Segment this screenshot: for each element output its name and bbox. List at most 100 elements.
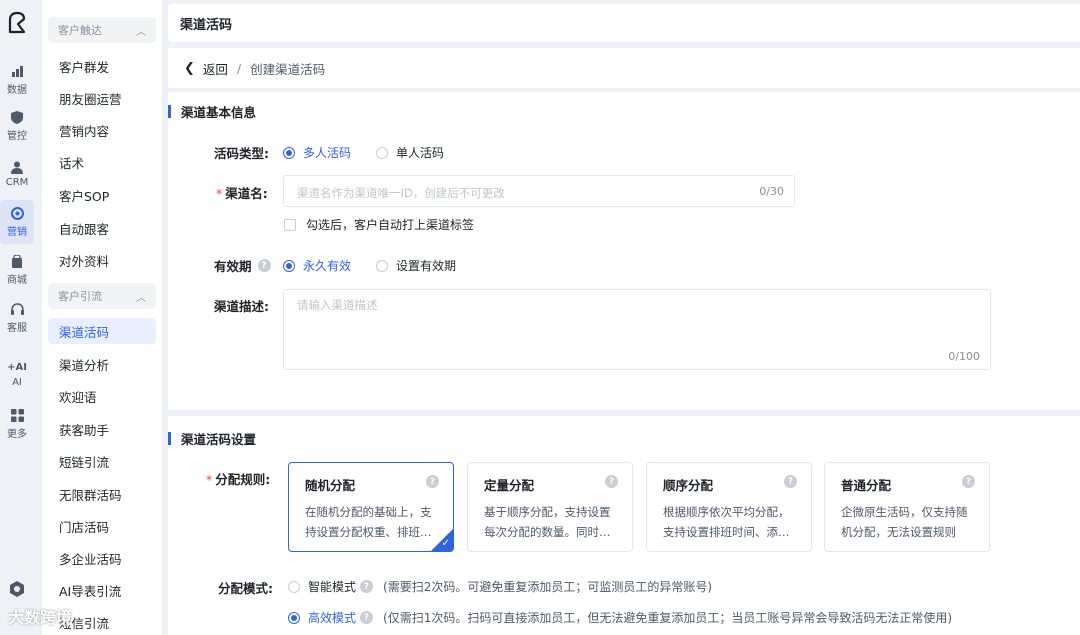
rail-item-marketing[interactable]: 营销 [0,200,34,244]
sidebar-item[interactable]: 短链引流 [48,448,156,474]
breadcrumb: ❮ 返回 / 创建渠道活码 [168,48,1080,88]
mode-efficient[interactable]: 高效模式 ? (仅需扫1次码。扫码可直接添加员工，但无法避免重复添加员工；当员工… [288,609,952,626]
settings-hex-icon[interactable] [8,580,26,598]
sidebar-item[interactable]: 获客助手 [48,416,156,442]
sidebar-group-reach[interactable]: 客户触达 ︿ [48,17,156,43]
rail-item-control[interactable]: 管控 [0,104,34,148]
chart-icon [10,64,24,78]
sidebar-item[interactable]: 对外资料 [48,247,156,273]
name-label: * 渠道名: [216,183,268,202]
checkbox-box [284,218,296,231]
name-label-text: 渠道名: [225,186,268,201]
sidebar-item[interactable]: 客户SOP [48,182,156,208]
sidebar-item[interactable]: 多企业活码 [48,545,156,571]
radio-dot [283,146,295,159]
radio-single[interactable]: 单人活码 [376,144,444,161]
help-icon[interactable]: ? [426,475,439,488]
app-logo-icon[interactable] [4,10,30,36]
mode-smart[interactable]: 智能模式 ? (需要扫2次码。可避免重复添加员工；可监测员工的异常账号) [288,578,712,595]
user-icon [10,160,24,174]
sidebar-item[interactable]: 欢迎语 [48,383,156,409]
rail-item-data[interactable]: 数据 [0,58,34,102]
radio-multi[interactable]: 多人活码 [283,144,351,161]
required-mark: * [216,186,223,201]
textarea-placeholder: 请输入渠道描述 [297,298,378,312]
help-icon[interactable]: ? [962,475,975,488]
radio-label: 多人活码 [303,146,352,160]
brand-watermark: 大数跨境 [8,608,73,627]
sidebar-item[interactable]: 门店活码 [48,513,156,539]
section-marker [168,104,171,118]
rule-title: 定量分配 [484,478,535,493]
rule-label-text: 分配规则: [215,472,271,487]
rail-item-ai[interactable]: +AI AI [0,352,34,396]
chevron-up-icon: ︿ [136,292,146,304]
shield-icon [10,110,24,124]
rule-card-random[interactable]: 随机分配 ? 在随机分配的基础上，支持设置分配权重、排班… ✓ [288,462,454,552]
sidebar-item[interactable]: 朋友圈运营 [48,85,156,111]
radio-dot [283,259,295,272]
sidebar-item[interactable]: 客户群发 [48,53,156,79]
section-title: 渠道基本信息 [181,104,257,120]
mode-name: 高效模式 [308,611,357,625]
required-mark: * [206,472,213,487]
sidebar-group-acquire[interactable]: 客户引流 ︿ [48,283,156,309]
sidebar-item[interactable]: 自动跟客 [48,215,156,241]
channel-desc-textarea[interactable]: 请输入渠道描述 0/100 [283,289,991,370]
rule-title: 顺序分配 [663,478,714,493]
rail-label: 商城 [7,275,27,286]
help-icon[interactable]: ? [360,580,374,593]
help-icon[interactable]: ? [605,475,618,488]
rule-card-normal[interactable]: 普通分配 ? 企微原生活码，仅支持随机分配，无法设置规则 [824,462,990,552]
radio-set-validity[interactable]: 设置有效期 [376,257,456,274]
sidebar-item[interactable]: 营销内容 [48,117,156,143]
sidebar-group-label: 客户触达 [58,24,102,37]
rail-item-service[interactable]: 客服 [0,296,34,340]
sidebar-item[interactable]: 话术 [48,149,156,175]
rail-item-shop[interactable]: 商城 [0,248,34,292]
mode-name: 智能模式 [308,580,357,594]
rule-desc: 基于顺序分配，支持设置每次分配的数量。同时… [484,505,611,539]
radio-dot [376,146,388,159]
radio-permanent[interactable]: 永久有效 [283,257,351,274]
qr-settings-card: 渠道活码设置 * 分配规则: 随机分配 ? 在随机分配的基础上，支持设置分配权重、… [168,416,1080,635]
sidebar-item[interactable]: 渠道分析 [48,351,156,377]
radio-dot [288,611,300,624]
radio-label: 单人活码 [396,146,445,160]
rail-label: 客服 [7,323,27,334]
validity-label-text: 有效期 [214,259,252,274]
sidebar-item-active[interactable]: 渠道活码 [48,318,156,344]
rail-item-crm[interactable]: CRM [0,152,34,196]
rule-title: 随机分配 [305,478,356,493]
rule-desc: 在随机分配的基础上，支持设置分配权重、排班… [305,505,432,539]
grid-icon [10,408,24,422]
char-counter: 0/30 [759,185,784,198]
char-counter: 0/100 [948,350,980,363]
rail-item-more[interactable]: 更多 [0,402,34,446]
page-header: 渠道活码 [168,4,1080,42]
auto-tag-checkbox[interactable]: 勾选后，客户自动打上渠道标签 [284,216,474,233]
help-icon[interactable]: ? [784,475,797,488]
sidebar-item[interactable]: 无限群活码 [48,481,156,507]
secondary-sidebar: 客户触达 ︿ 客户群发 朋友圈运营 营销内容 话术 客户SOP 自动跟客 对外资… [42,0,162,635]
rail-label: 更多 [7,429,27,440]
back-link[interactable]: 返回 [203,59,228,78]
radio-label: 永久有效 [303,259,352,273]
sidebar-group-label: 客户引流 [58,290,102,303]
mode-note: (需要扫2次码。可避免重复添加员工；可监测员工的异常账号) [383,580,713,594]
chevron-left-icon[interactable]: ❮ [184,61,195,76]
section-qr-settings: 渠道活码设置 [168,429,256,447]
rule-card-quota[interactable]: 定量分配 ? 基于顺序分配，支持设置每次分配的数量。同时… [467,462,633,552]
breadcrumb-separator: / [236,60,242,76]
rule-card-sequential[interactable]: 顺序分配 ? 根据顺序依次平均分配，支持设置排班时间、添… [646,462,812,552]
sidebar-item[interactable]: AI导表引流 [48,577,156,603]
help-icon[interactable]: ? [257,259,271,272]
validity-label: 有效期 ? [214,256,271,275]
help-icon[interactable]: ? [360,611,374,624]
channel-name-input[interactable]: 渠道名作为渠道唯一ID，创建后不可更改 0/30 [283,175,795,207]
radio-label: 设置有效期 [396,259,457,273]
rule-desc: 企微原生活码，仅支持随机分配，无法设置规则 [841,505,968,539]
rail-label: CRM [5,177,29,188]
icon-rail: 数据 管控 CRM 营销 商城 客服 +AI AI 更多 [0,0,34,635]
rule-title: 普通分配 [841,478,892,493]
